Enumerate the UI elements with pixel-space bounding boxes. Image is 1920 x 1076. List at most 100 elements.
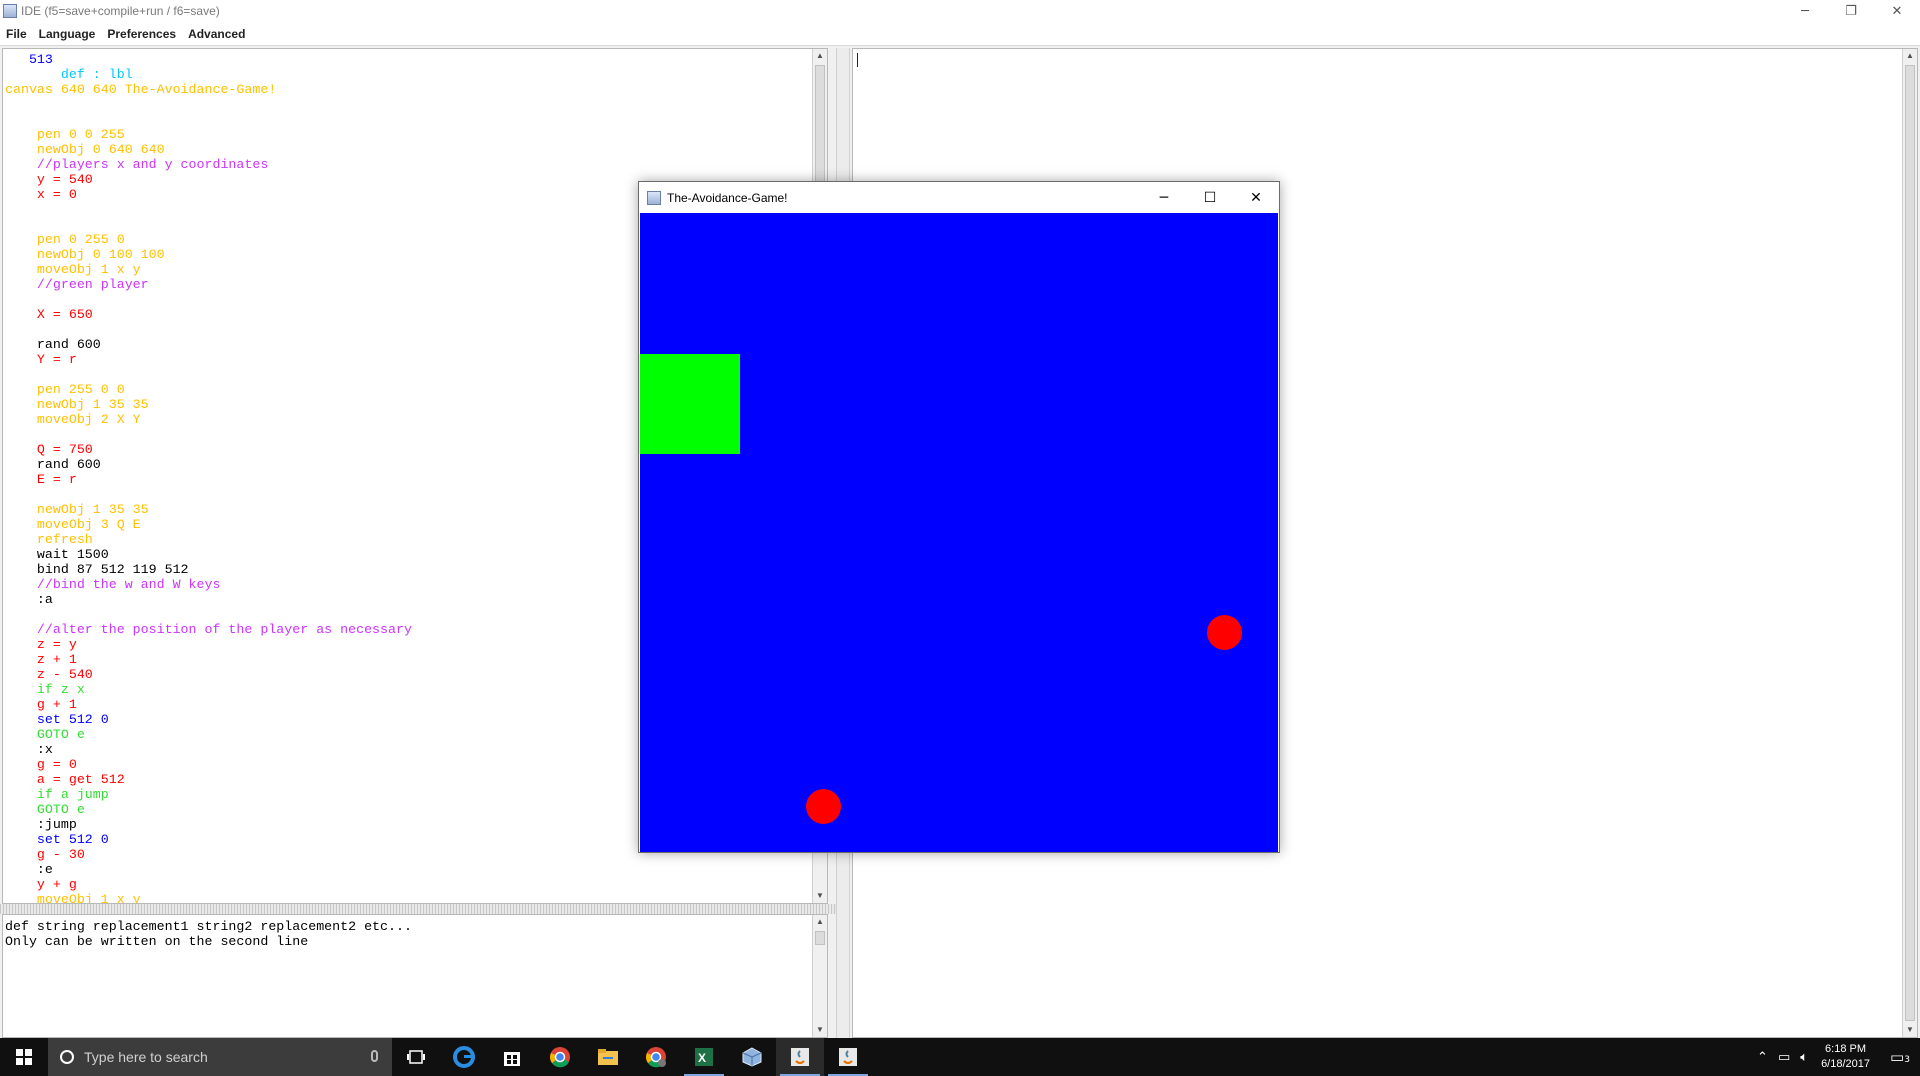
code-line: 513 [5, 52, 53, 67]
code-line: //players x and y coordinates [5, 157, 269, 172]
network-icon[interactable]: ▭ [1778, 1050, 1790, 1065]
horizontal-splitter[interactable] [0, 904, 836, 914]
game-title-bar[interactable]: The-Avoidance-Game! ─ ☐ ✕ [639, 182, 1279, 213]
code-line: refresh [5, 532, 93, 547]
console-scrollbar[interactable]: ▲ ▼ [812, 915, 827, 1037]
excel-icon[interactable]: X [680, 1038, 728, 1076]
file-explorer-icon[interactable] [584, 1038, 632, 1076]
windows-logo-icon [16, 1049, 32, 1065]
console-pane[interactable]: def string replacement1 string2 replacem… [2, 914, 828, 1038]
scroll-up-arrow-icon[interactable]: ▲ [1903, 49, 1917, 63]
console-line: Only can be written on the second line [5, 934, 309, 949]
java-active-icon[interactable] [824, 1038, 872, 1076]
green-player [640, 354, 740, 454]
menu-advanced[interactable]: Advanced [182, 27, 251, 41]
chevron-up-icon[interactable]: ⌃ [1757, 1050, 1768, 1065]
code-line: if z x [5, 682, 85, 697]
close-button[interactable]: ✕ [1233, 182, 1279, 213]
clock-time: 6:18 PM [1825, 1043, 1867, 1055]
output-scrollbar[interactable]: ▲ ▼ [1902, 49, 1917, 1037]
search-placeholder: Type here to search [84, 1049, 208, 1065]
scroll-up-arrow-icon[interactable]: ▲ [813, 915, 827, 929]
chrome-alt-icon[interactable] [632, 1038, 680, 1076]
code-line: :a [5, 592, 53, 607]
code-line: newObj 1 35 35 [5, 502, 149, 517]
code-line: GOTO e [5, 727, 85, 742]
system-tray: ⌃ ▭ 🔈︎ 6:18 PM 6/18/2017 ▭3 [1752, 1038, 1920, 1076]
output-scroll-thumb[interactable] [1905, 65, 1915, 1021]
cortana-icon [60, 1050, 74, 1064]
scroll-down-arrow-icon[interactable]: ▼ [813, 889, 827, 903]
edge-icon[interactable] [440, 1038, 488, 1076]
game-window[interactable]: The-Avoidance-Game! ─ ☐ ✕ [638, 181, 1280, 853]
code-line: wait 1500 [5, 547, 109, 562]
code-line: //green player [5, 277, 149, 292]
window-controls: ─ ❐ ✕ [1782, 0, 1920, 22]
code-line: //bind the w and W keys [5, 577, 221, 592]
task-view-icon[interactable] [392, 1038, 440, 1076]
console-scroll-thumb[interactable] [815, 931, 825, 945]
code-line: z = y [5, 637, 77, 652]
code-line: E = r [5, 472, 77, 487]
volume-icon[interactable]: 🔈︎ [1800, 1050, 1808, 1065]
minimize-button[interactable]: ─ [1782, 0, 1828, 22]
start-button[interactable] [0, 1038, 48, 1076]
code-line: x = 0 [5, 187, 77, 202]
code-line: X = 650 [5, 307, 93, 322]
code-line: moveObj 1 x y [5, 892, 141, 904]
editor-scroll-thumb[interactable] [815, 65, 825, 185]
code-text[interactable]: 513 def : lbl canvas 640 640 The-Avoidanc… [5, 52, 412, 904]
code-line: bind 87 512 119 512 [5, 562, 189, 577]
chrome-icon[interactable] [536, 1038, 584, 1076]
scroll-down-arrow-icon[interactable]: ▼ [813, 1023, 827, 1037]
menu-language[interactable]: Language [33, 27, 102, 41]
code-line: set 512 0 [5, 712, 109, 727]
red-obstacle [806, 789, 841, 824]
window-title: IDE (f5=save+compile+run / f6=save) [21, 4, 220, 18]
console-text: def string replacement1 string2 replacem… [5, 919, 412, 949]
code-line: rand 600 [5, 457, 101, 472]
virtualbox-icon[interactable] [728, 1038, 776, 1076]
code-line: y = 540 [5, 172, 93, 187]
code-line: Q = 750 [5, 442, 93, 457]
code-line: if a jump [5, 787, 109, 802]
maximize-button[interactable]: ☐ [1187, 182, 1233, 213]
clock[interactable]: 6:18 PM 6/18/2017 [1821, 1042, 1870, 1072]
game-window-controls: ─ ☐ ✕ [1141, 182, 1279, 213]
search-box[interactable]: Type here to search [48, 1038, 392, 1076]
java-icon[interactable] [776, 1038, 824, 1076]
code-line: set 512 0 [5, 832, 109, 847]
code-line: newObj 0 640 640 [5, 142, 165, 157]
notification-count: 3 [1904, 1055, 1910, 1065]
code-line: Y = r [5, 352, 77, 367]
scroll-down-arrow-icon[interactable]: ▼ [1903, 1023, 1917, 1037]
menu-preferences[interactable]: Preferences [101, 27, 182, 41]
game-canvas[interactable] [640, 213, 1278, 852]
close-button[interactable]: ✕ [1874, 0, 1920, 22]
maximize-button[interactable]: ❐ [1828, 0, 1874, 22]
game-window-title: The-Avoidance-Game! [667, 190, 788, 205]
menu-file[interactable]: File [0, 27, 33, 41]
store-icon[interactable] [488, 1038, 536, 1076]
clock-date: 6/18/2017 [1821, 1058, 1870, 1070]
code-line: rand 600 [5, 337, 101, 352]
action-center-icon[interactable]: ▭3 [1880, 1048, 1920, 1066]
code-line: pen 255 0 0 [5, 382, 125, 397]
code-line: :e [5, 862, 53, 877]
taskbar-apps: X [392, 1038, 872, 1076]
code-line: pen 0 255 0 [5, 232, 125, 247]
scroll-up-arrow-icon[interactable]: ▲ [813, 49, 827, 63]
microphone-icon[interactable] [371, 1050, 378, 1062]
code-line: def : lbl [5, 67, 133, 82]
minimize-button[interactable]: ─ [1141, 182, 1187, 213]
text-caret [857, 53, 858, 67]
code-line: a = get 512 [5, 772, 125, 787]
